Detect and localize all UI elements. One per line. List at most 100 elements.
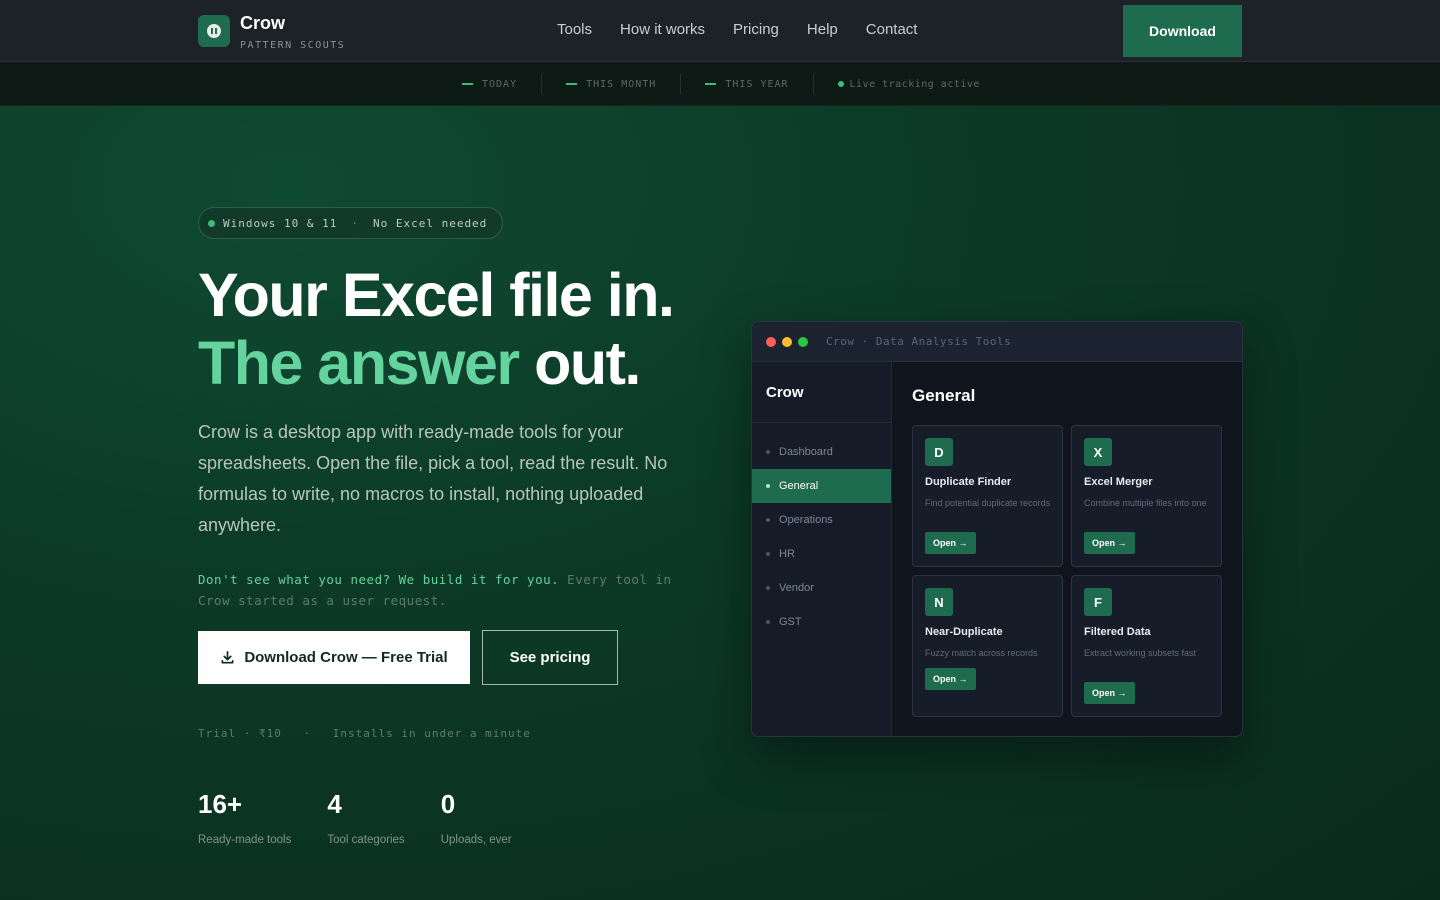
headline-rest: out. xyxy=(518,329,641,397)
open-tool-button[interactable]: Open → xyxy=(1084,682,1135,704)
open-tool-button[interactable]: Open → xyxy=(925,532,976,554)
brand-name: Crow xyxy=(240,13,285,33)
logo-icon xyxy=(198,15,230,47)
brand-tagline: PATTERN SCOUTS xyxy=(240,40,346,51)
stats-row: 16+ Ready-made tools 4 Tool categories 0… xyxy=(198,789,548,846)
tool-description: Extract working subsets fast xyxy=(1084,648,1197,658)
hero-description: Crow is a desktop app with ready-made to… xyxy=(198,422,668,535)
sidebar-item-operations[interactable]: Operations xyxy=(752,503,891,537)
download-trial-button[interactable]: Download Crow — Free Trial xyxy=(198,631,470,684)
nav-link-pricing[interactable]: Pricing xyxy=(733,21,779,38)
tool-badge-icon: N xyxy=(925,588,953,616)
custom-tool-promo: Don't see what you need? We build it for… xyxy=(198,569,678,611)
tracking-strip: TODAY THIS MONTH THIS YEAR Live tracking… xyxy=(0,62,1440,106)
stat-label: Tool categories xyxy=(327,834,405,846)
app-sidebar-brand: Crow xyxy=(752,362,891,423)
bullet-icon xyxy=(766,484,770,488)
stat-label: Uploads, ever xyxy=(440,834,512,846)
live-status: Live tracking active xyxy=(837,78,980,90)
sidebar-item-hr[interactable]: HR xyxy=(752,537,891,571)
tool-card-near-duplicate[interactable]: N Near-Duplicate Fuzzy match across reco… xyxy=(912,575,1063,717)
bullet-icon xyxy=(766,552,770,556)
headline-line-1: Your Excel file in. xyxy=(198,261,675,329)
nav-link-tools[interactable]: Tools xyxy=(557,21,592,38)
stat-label: Ready-made tools xyxy=(198,834,292,846)
tool-badge-icon: X xyxy=(1084,438,1112,466)
nav-link-contact[interactable]: Contact xyxy=(866,21,918,38)
tool-description: Fuzzy match across records xyxy=(925,648,1038,658)
trial-meta: Trial · ₹10 · Installs in under a minute xyxy=(198,727,545,740)
sidebar-item-label: Operations xyxy=(779,514,833,526)
dash-icon xyxy=(462,83,473,85)
strip-year-label: THIS YEAR xyxy=(725,78,789,90)
tool-description: Find potential duplicate records xyxy=(925,498,1051,508)
live-dot-icon xyxy=(837,81,844,87)
download-icon xyxy=(221,651,234,664)
dash-icon xyxy=(566,83,578,85)
nav-link-how-it-works[interactable]: How it works xyxy=(620,21,705,38)
hero-section: Windows 10 & 11 · No Excel needed Your E… xyxy=(0,106,1440,900)
sidebar-item-vendor[interactable]: Vendor xyxy=(752,571,891,605)
stat-number: 4 xyxy=(327,789,342,819)
headline-accent: The answer xyxy=(198,329,520,397)
tool-card-excel-merger[interactable]: X Excel Merger Combine multiple files in… xyxy=(1071,425,1222,567)
tool-card-duplicate-finder[interactable]: D Duplicate Finder Find potential duplic… xyxy=(912,425,1063,567)
divider xyxy=(812,74,814,94)
strip-month: THIS MONTH xyxy=(566,79,656,90)
bullet-icon xyxy=(766,450,770,454)
see-pricing-button[interactable]: See pricing xyxy=(482,630,618,685)
compat-pill: Windows 10 & 11 · No Excel needed xyxy=(198,207,504,239)
download-trial-label: Download Crow — Free Trial xyxy=(244,649,448,666)
open-tool-button[interactable]: Open → xyxy=(1084,532,1135,554)
status-dot-icon xyxy=(208,219,215,227)
stat-uploads: 0 Uploads, ever xyxy=(441,789,512,846)
trial-price: Trial · ₹10 xyxy=(198,727,282,740)
sidebar-item-label: HR xyxy=(779,548,795,560)
tool-badge-icon: D xyxy=(925,438,953,466)
section-title: General xyxy=(912,386,976,405)
tool-card-filtered-data[interactable]: F Filtered Data Extract working subsets … xyxy=(1071,575,1222,717)
stat-number: 16+ xyxy=(198,789,243,819)
divider xyxy=(680,74,682,94)
strip-today-label: TODAY xyxy=(482,78,518,90)
stat-number: 0 xyxy=(440,789,456,819)
divider xyxy=(541,74,543,94)
nav-link-help[interactable]: Help xyxy=(807,21,838,38)
tool-name: Excel Merger xyxy=(1084,476,1153,488)
bullet-icon xyxy=(766,586,770,590)
sidebar-item-label: GST xyxy=(779,616,802,628)
strip-today: TODAY xyxy=(462,79,517,90)
strip-month-label: THIS MONTH xyxy=(586,78,657,90)
app-window-title: Crow · Data Analysis Tools xyxy=(826,335,1012,348)
app-main-panel: General D Duplicate Finder Find potentia… xyxy=(892,362,1242,736)
hero-headline: Your Excel file in. The answer out. xyxy=(198,261,675,397)
app-preview-window: Crow · Data Analysis Tools Crow Dashboar… xyxy=(751,321,1243,737)
stat-tools: 16+ Ready-made tools xyxy=(198,789,291,846)
sidebar-item-label: General xyxy=(779,480,819,492)
pill-os: Windows 10 & 11 xyxy=(223,216,338,230)
sidebar-item-dashboard[interactable]: Dashboard xyxy=(752,435,891,469)
tool-name: Filtered Data xyxy=(1084,626,1151,638)
install-time: Installs in under a minute xyxy=(332,727,531,740)
pill-separator: · xyxy=(351,216,359,230)
sidebar-item-general[interactable]: General xyxy=(752,469,891,503)
nav-download-button[interactable]: Download xyxy=(1123,5,1242,57)
top-nav: Crow PATTERN SCOUTS Tools How it works P… xyxy=(0,0,1440,62)
tool-description: Combine multiple files into one xyxy=(1084,498,1207,508)
nav-links: Tools How it works Pricing Help Contact xyxy=(557,21,945,38)
brand[interactable]: Crow PATTERN SCOUTS xyxy=(198,14,345,51)
bullet-icon xyxy=(766,620,770,624)
stat-categories: 4 Tool categories xyxy=(327,789,404,846)
strip-year: THIS YEAR xyxy=(705,79,788,90)
app-sidebar: Crow Dashboard General Operations HR Ven… xyxy=(752,362,892,736)
app-titlebar: Crow · Data Analysis Tools xyxy=(752,322,1242,362)
tool-name: Near-Duplicate xyxy=(925,626,1003,638)
promo-highlight: Don't see what you need? We build it for… xyxy=(198,572,560,587)
bullet-icon xyxy=(766,518,770,522)
close-dot-icon xyxy=(766,336,776,347)
open-tool-button[interactable]: Open → xyxy=(925,668,976,690)
sidebar-item-gst[interactable]: GST xyxy=(752,605,891,639)
sidebar-item-label: Dashboard xyxy=(779,446,833,458)
minimize-dot-icon xyxy=(782,336,792,347)
live-status-label: Live tracking active xyxy=(849,78,980,90)
